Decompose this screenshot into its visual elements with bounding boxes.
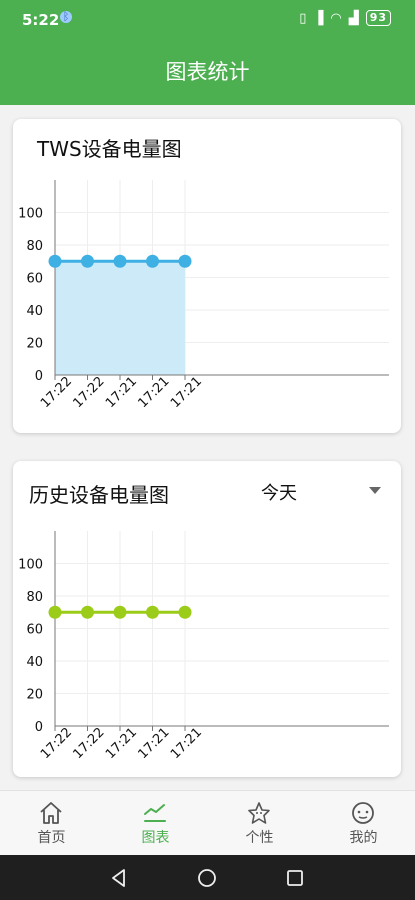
tws-battery-card: TWS设备电量图 0 20 40 60 80 100 17:22 17:22 17:21 17:2… [13, 119, 401, 433]
status-time: 5:22 [22, 11, 60, 29]
tws-chart-title: TWS设备电量图 [37, 137, 182, 161]
status-icons: ▯ ▐ ◠ ▟ 93 [299, 10, 391, 26]
status-bar: 5:22 ᛒ ▯ ▐ ◠ ▟ 93 [0, 0, 415, 40]
area-fill [55, 261, 185, 375]
nav-label-chart: 图表 [141, 830, 170, 846]
x-tick-label: 17:22 [38, 374, 75, 411]
system-nav-bar [0, 855, 415, 900]
page-title: 图表统计 [165, 60, 250, 84]
data-point [48, 605, 62, 619]
tws-battery-chart: 02040608010017:2217:2217:2117:2117:21 [18, 180, 389, 411]
home-icon [40, 802, 62, 824]
date-range-value: 今天 [261, 483, 297, 504]
x-tick-label: 17:21 [135, 374, 172, 411]
y-tick-label: 0 [35, 720, 43, 735]
home-circle-icon[interactable] [196, 867, 218, 889]
y-tick-label: 80 [26, 239, 43, 254]
y-tick-label: 0 [35, 369, 43, 384]
data-point [113, 254, 127, 268]
x-tick-label: 17:22 [70, 374, 107, 411]
x-tick-label: 17:21 [135, 725, 172, 762]
nav-item-profile[interactable]: 我的 [312, 791, 415, 856]
x-tick-label: 17:22 [70, 725, 107, 762]
data-point [48, 254, 62, 268]
data-point [113, 605, 127, 619]
profile-icon [352, 802, 374, 824]
y-tick-label: 40 [26, 304, 43, 319]
personalize-icon [248, 802, 270, 824]
nav-label-personalize: 个性 [245, 830, 274, 846]
vibrate-icon: ▯ [299, 10, 308, 26]
nfc-icon: ▐ [313, 10, 325, 26]
date-range-dropdown[interactable]: 今天 [261, 479, 381, 504]
data-point [81, 254, 94, 268]
y-tick-label: 80 [26, 590, 43, 605]
y-tick-label: 20 [26, 337, 43, 352]
bottom-nav: 首页 图表 个性 我的 [0, 790, 415, 856]
data-point [178, 605, 192, 619]
data-point [178, 254, 192, 268]
nav-item-home[interactable]: 首页 [0, 791, 103, 856]
y-tick-label: 60 [26, 272, 43, 287]
bluetooth-icon: ᛒ [60, 11, 72, 23]
x-tick-label: 17:21 [103, 725, 140, 762]
history-battery-chart: 02040608010017:2217:2217:2117:2117:21 [18, 531, 389, 762]
nav-label-home: 首页 [37, 830, 66, 846]
signal-icon: ▟ [348, 10, 360, 26]
y-tick-label: 60 [26, 623, 43, 638]
dropdown-arrow-icon [369, 487, 381, 494]
y-tick-label: 100 [18, 558, 43, 573]
chart-icon [144, 804, 166, 822]
nav-label-profile: 我的 [349, 830, 378, 846]
data-point [146, 254, 159, 268]
data-point [146, 605, 159, 619]
history-battery-card: 历史设备电量图 今天 0 20 40 60 80 100 17:22 17:22 17:21 17… [13, 461, 401, 777]
data-point [81, 605, 94, 619]
x-tick-label: 17:22 [38, 725, 75, 762]
battery-indicator: 93 [365, 10, 391, 26]
y-tick-label: 40 [26, 655, 43, 670]
x-tick-label: 17:21 [168, 374, 205, 411]
y-tick-label: 100 [18, 207, 43, 222]
nav-item-personalize[interactable]: 个性 [208, 791, 311, 856]
wifi-icon: ◠ [330, 10, 343, 26]
x-tick-label: 17:21 [103, 374, 140, 411]
nav-item-chart[interactable]: 图表 [104, 791, 207, 856]
back-icon[interactable] [108, 867, 130, 889]
recents-icon[interactable] [284, 867, 306, 889]
x-tick-label: 17:21 [168, 725, 205, 762]
y-tick-label: 20 [26, 688, 43, 703]
history-chart-title: 历史设备电量图 [29, 483, 169, 507]
app-bar: 图表统计 [0, 40, 415, 105]
